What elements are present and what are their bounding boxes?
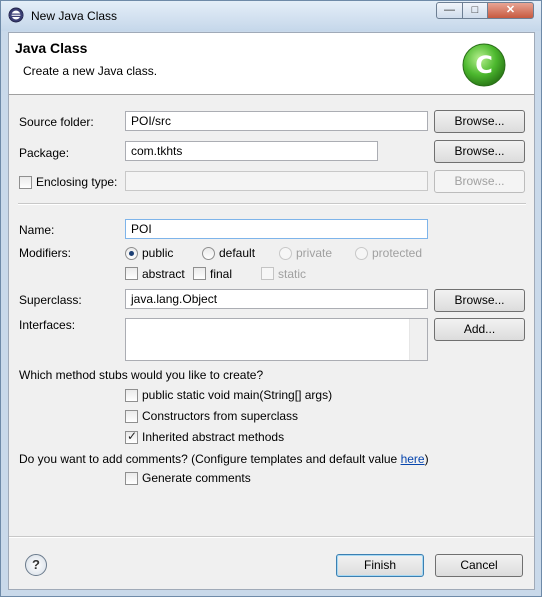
comments-question-suffix: ) (424, 452, 429, 466)
minimize-button[interactable]: — (436, 2, 463, 19)
superclass-browse-button[interactable]: Browse... (434, 289, 525, 312)
separator (18, 203, 526, 205)
default-radio[interactable] (202, 247, 215, 260)
footer-separator (9, 536, 534, 538)
package-browse-button[interactable]: Browse... (434, 140, 525, 163)
source-folder-browse-button[interactable]: Browse... (434, 110, 525, 133)
public-radio[interactable] (125, 247, 138, 260)
method-stubs-question: Which method stubs would you like to cre… (19, 368, 264, 382)
modifiers-label: Modifiers: (19, 246, 72, 260)
enclosing-type-input (125, 171, 428, 191)
comments-question-text: Do you want to add comments? (Configure … (19, 452, 398, 466)
abstract-label: abstract (142, 267, 185, 281)
comments-question: Do you want to add comments? (Configure … (19, 452, 429, 466)
superclass-input[interactable]: java.lang.Object (125, 289, 428, 309)
final-label: final (210, 267, 233, 281)
main-method-checkbox[interactable] (125, 389, 138, 402)
source-folder-input[interactable]: POI/src (125, 111, 428, 131)
package-label: Package: (19, 146, 70, 160)
constructors-checkbox[interactable] (125, 410, 138, 423)
main-method-label: public static void main(String[] args) (142, 388, 333, 402)
final-checkbox[interactable] (193, 267, 206, 280)
add-interface-button[interactable]: Add... (434, 318, 525, 341)
superclass-label: Superclass: (19, 293, 82, 307)
title-bar[interactable]: New Java Class — □ ✕ (1, 1, 541, 31)
protected-radio-label: protected (372, 246, 423, 260)
abstract-checkbox[interactable] (125, 267, 138, 280)
help-icon[interactable]: ? (25, 554, 47, 576)
configure-templates-link[interactable]: here (401, 452, 425, 466)
java-class-logo-icon: C (462, 43, 506, 87)
package-input[interactable]: com.tkhts (125, 141, 378, 161)
interfaces-list[interactable] (125, 318, 428, 361)
default-radio-label: default (219, 246, 256, 260)
wizard-header: Java Class Create a new Java class. C (9, 33, 534, 95)
inherited-abstract-checkbox[interactable] (125, 429, 138, 444)
finish-button[interactable]: Finish (336, 554, 424, 577)
generate-comments-checkbox[interactable] (125, 472, 138, 485)
generate-comments-label: Generate comments (142, 471, 251, 485)
source-folder-label: Source folder: (19, 115, 94, 129)
private-radio (279, 247, 292, 260)
protected-radio (355, 247, 368, 260)
cancel-button[interactable]: Cancel (435, 554, 523, 577)
enclosing-type-checkbox[interactable] (19, 176, 32, 189)
constructors-label: Constructors from superclass (142, 409, 299, 423)
interfaces-label: Interfaces: (19, 318, 76, 332)
eclipse-app-icon (8, 7, 24, 23)
name-label: Name: (19, 223, 55, 237)
static-checkbox (261, 267, 274, 280)
enclosing-type-browse-button: Browse... (434, 170, 525, 193)
static-label: static (278, 267, 307, 281)
logo-letter: C (475, 51, 493, 79)
private-radio-label: private (296, 246, 333, 260)
interfaces-list-scrollbar[interactable] (409, 319, 427, 360)
enclosing-type-label: Enclosing type: (36, 175, 118, 189)
page-description: Create a new Java class. (23, 64, 158, 78)
close-button[interactable]: ✕ (487, 2, 534, 19)
dialog-body: Java Class Create a new Java class. C So… (8, 32, 535, 590)
dialog-window: New Java Class — □ ✕ Java Class Create a… (0, 0, 542, 597)
public-radio-label: public (142, 246, 174, 260)
page-title: Java Class (15, 40, 88, 56)
name-input[interactable]: POI (125, 219, 428, 239)
inherited-abstract-label: Inherited abstract methods (142, 430, 285, 444)
maximize-button[interactable]: □ (462, 2, 488, 19)
window-title: New Java Class (31, 9, 118, 23)
